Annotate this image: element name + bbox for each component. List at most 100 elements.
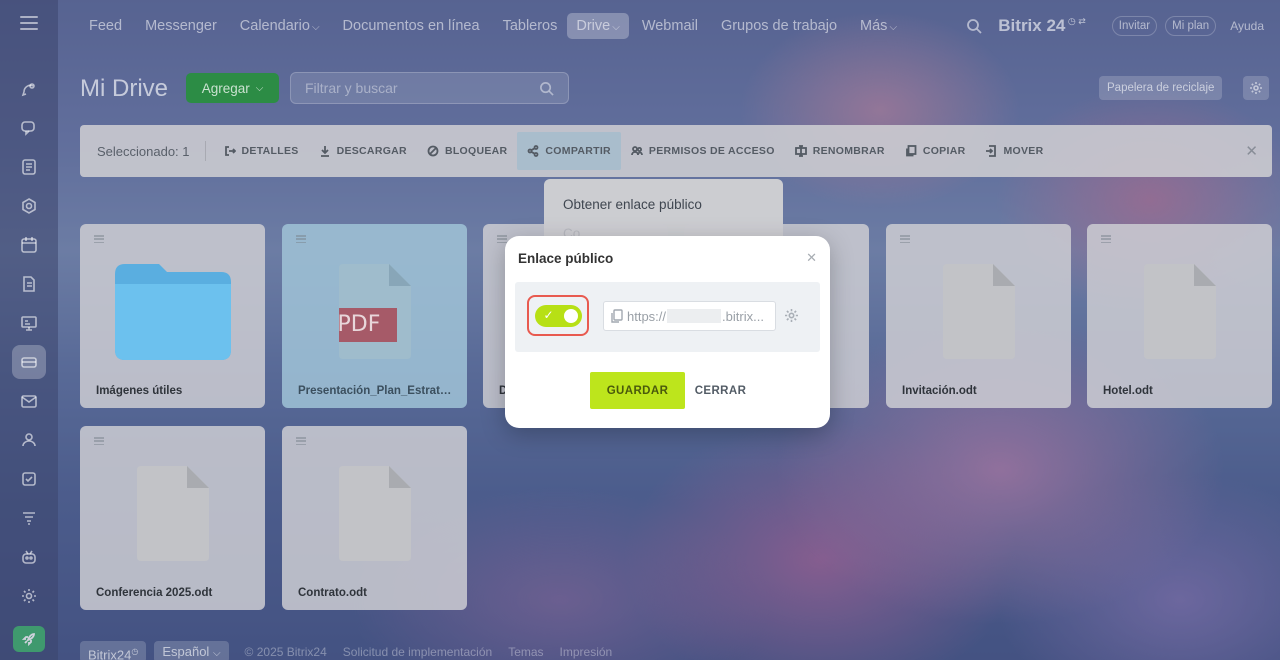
implementation-link[interactable]: Solicitud de implementación: [343, 645, 492, 659]
share-icon: [528, 145, 539, 157]
document-icon: [136, 466, 209, 561]
download-button[interactable]: DESCARGAR: [309, 132, 417, 170]
recycle-bin-button[interactable]: Papelera de reciclaje: [1099, 76, 1223, 100]
drag-handle-icon[interactable]: [1101, 235, 1111, 243]
drag-handle-icon[interactable]: [497, 235, 507, 243]
file-name: Hotel.odt: [1103, 385, 1153, 397]
settings-icon[interactable]: [12, 579, 46, 613]
drag-handle-icon[interactable]: [900, 235, 910, 243]
save-button[interactable]: GUARDAR: [590, 372, 685, 409]
filter-icon[interactable]: [12, 501, 46, 535]
nav-more-label: Más: [860, 18, 888, 34]
lock-button[interactable]: BLOQUEAR: [417, 132, 517, 170]
close-button[interactable]: CERRAR: [695, 372, 746, 409]
mail-icon[interactable]: [12, 384, 46, 418]
gear-icon[interactable]: [784, 308, 799, 323]
nav-workgroups[interactable]: Grupos de trabajo: [721, 18, 837, 34]
board-icon[interactable]: [12, 306, 46, 340]
file-name: Invitación.odt: [902, 385, 977, 397]
copyright: © 2025 Bitrix24: [244, 645, 327, 659]
share-button[interactable]: COMPARTIR: [517, 132, 621, 170]
menu-item-public-link[interactable]: Obtener enlace público: [544, 179, 783, 212]
file-card[interactable]: Hotel.odt: [1087, 224, 1272, 408]
toggle-highlight: ✓: [527, 295, 589, 336]
top-navigation: Feed Messenger Calendario ⌵ Documentos en…: [58, 0, 1280, 52]
details-icon: [224, 146, 236, 156]
copy-icon[interactable]: [611, 309, 623, 323]
link-prefix: https://: [627, 308, 667, 324]
close-icon[interactable]: ✕: [1245, 142, 1258, 160]
file-name: Contrato.odt: [298, 587, 367, 599]
public-link-field[interactable]: https:// .bitrix...: [603, 301, 776, 331]
chevron-down-icon: ⌵: [255, 82, 264, 94]
nav-messenger[interactable]: Messenger: [145, 18, 217, 34]
nav-calendar[interactable]: Calendario ⌵: [240, 18, 320, 34]
file-name: Imágenes útiles: [96, 385, 183, 397]
nav-online-documents[interactable]: Documentos en línea: [343, 18, 480, 34]
move-icon: [986, 145, 997, 157]
drag-handle-icon[interactable]: [296, 235, 306, 243]
themes-link[interactable]: Temas: [508, 645, 543, 659]
rename-button[interactable]: RENOMBRAR: [785, 132, 895, 170]
hexagon-icon[interactable]: [12, 189, 46, 223]
document-icon: [1143, 264, 1216, 359]
nav-webmail[interactable]: Webmail: [642, 18, 698, 34]
tasks-icon[interactable]: [12, 462, 46, 496]
drag-handle-icon[interactable]: [296, 437, 306, 445]
nav-boards[interactable]: Tableros: [503, 18, 558, 34]
search-icon[interactable]: [539, 81, 554, 96]
link-suffix: .bitrix...: [722, 308, 764, 324]
access-permissions-button[interactable]: PERMISOS DE ACCESO: [621, 132, 785, 170]
rocket-icon[interactable]: [13, 626, 45, 652]
brand-text: Bitrix 24: [998, 16, 1066, 35]
file-name: Presentación_Plan_Estratégico: [298, 385, 457, 397]
move-label: MOVER: [1003, 145, 1044, 157]
document-icon[interactable]: [12, 267, 46, 301]
add-button[interactable]: Agregar ⌵: [186, 73, 279, 103]
copy-button[interactable]: COPIAR: [895, 132, 976, 170]
search-icon[interactable]: [966, 18, 982, 34]
nav-feed[interactable]: Feed: [89, 18, 122, 34]
file-card[interactable]: Contrato.odt: [282, 426, 467, 610]
download-icon: [320, 146, 329, 157]
gear-icon[interactable]: [1243, 76, 1269, 100]
clock-icon: ◷: [131, 647, 139, 656]
selected-count: Seleccionado: 1: [97, 143, 190, 159]
search-input[interactable]: [291, 73, 521, 103]
language-selector[interactable]: Español ⌵: [154, 641, 229, 660]
details-button[interactable]: DETALLES: [214, 132, 309, 170]
nav-more[interactable]: Más ⌵: [860, 18, 897, 34]
brand-logo[interactable]: Bitrix 24 ◷ ⇄: [998, 16, 1086, 36]
public-link-toggle[interactable]: ✓: [534, 304, 582, 327]
nav-calendar-label: Calendario: [239, 18, 310, 34]
clock-icon: ◷ ⇄: [1065, 16, 1086, 26]
feed-icon[interactable]: [12, 72, 46, 106]
invite-button[interactable]: Invitar: [1111, 16, 1158, 36]
calendar-icon[interactable]: [12, 228, 46, 262]
copy-icon: [905, 145, 917, 157]
chat-icon[interactable]: [12, 111, 46, 145]
menu-icon[interactable]: [20, 16, 38, 30]
notes-icon[interactable]: [12, 150, 46, 184]
drag-handle-icon[interactable]: [94, 235, 104, 243]
move-button[interactable]: MOVER: [975, 132, 1053, 170]
print-link[interactable]: Impresión: [560, 645, 613, 659]
footer-brand[interactable]: Bitrix24◷: [80, 641, 147, 660]
redacted-domain: [667, 309, 722, 323]
drag-handle-icon[interactable]: [94, 437, 104, 445]
file-card-selected[interactable]: PDF Presentación_Plan_Estratégico: [282, 224, 467, 408]
rename-icon: [794, 145, 807, 157]
robot-icon[interactable]: [12, 540, 46, 574]
help-link[interactable]: Ayuda: [1230, 19, 1264, 33]
close-icon[interactable]: ✕: [806, 250, 817, 266]
my-plan-button[interactable]: Mi plan: [1165, 16, 1217, 36]
link-panel: ✓ https:// .bitrix...: [515, 282, 820, 352]
public-link-text: https:// .bitrix...: [627, 309, 764, 324]
nav-drive[interactable]: Drive ⌵: [567, 13, 629, 39]
groups-icon[interactable]: [12, 423, 46, 457]
drive-icon[interactable]: [12, 345, 46, 379]
file-card[interactable]: Invitación.odt: [886, 224, 1071, 408]
file-card[interactable]: Conferencia 2025.odt: [80, 426, 265, 610]
folder-icon: [114, 264, 231, 365]
file-card[interactable]: Imágenes útiles: [80, 224, 265, 408]
